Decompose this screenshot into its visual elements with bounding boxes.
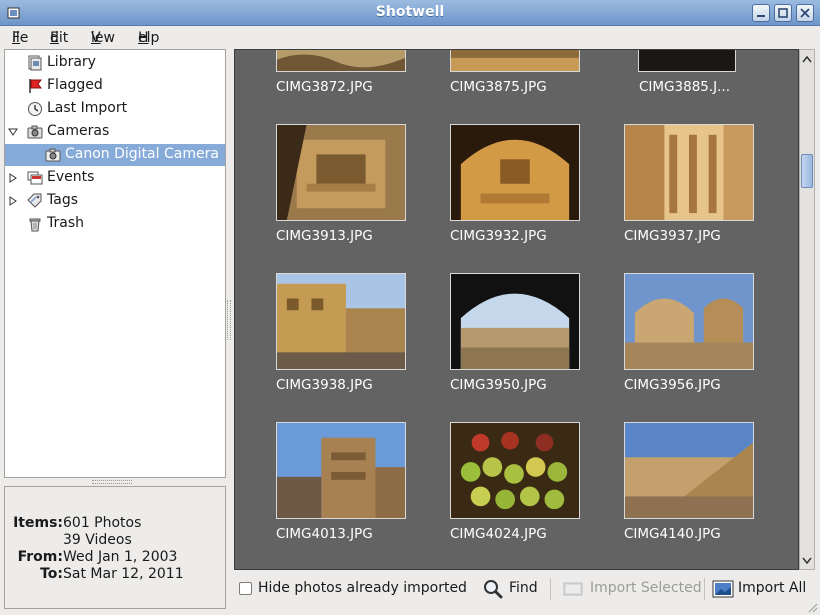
info-to-row: To: Sat Mar 12, 2011 xyxy=(5,566,225,583)
sidebar-item-events[interactable]: Events xyxy=(5,167,225,189)
photo-caption: CIMG3872.JPG xyxy=(276,79,373,95)
photo-thumbnail[interactable] xyxy=(450,50,580,72)
info-from-row: From: Wed Jan 1, 2003 xyxy=(5,549,225,566)
title-bar[interactable]: Shotwell xyxy=(0,0,820,26)
sidebar-item-label: Canon Digital Camera xyxy=(65,146,219,162)
bottom-toolbar: Hide photos already imported Find Import… xyxy=(234,572,820,606)
info-videos-count: 39 Videos xyxy=(63,532,132,548)
camera-icon xyxy=(27,125,43,139)
pane-splitter-handle[interactable] xyxy=(227,300,231,340)
photo-caption: CIMG3913.JPG xyxy=(276,228,373,244)
photo-caption: CIMG3938.JPG xyxy=(276,377,373,393)
expander-collapsed-icon[interactable] xyxy=(8,196,18,206)
photo-thumbnail[interactable] xyxy=(276,273,406,370)
photo-caption: CIMG4013.JPG xyxy=(276,526,373,542)
info-panel: Items: 601 Photos 39 Videos From: Wed Ja… xyxy=(4,486,226,609)
info-items-label: Items: xyxy=(13,515,63,531)
sidebar-item-label: Cameras xyxy=(47,123,110,139)
library-icon xyxy=(28,55,42,71)
toolbar-separator xyxy=(550,578,551,600)
hide-imported-label[interactable]: Hide photos already imported xyxy=(258,580,467,596)
events-icon xyxy=(27,171,43,185)
toolbar-separator xyxy=(704,578,705,600)
sidebar-item-flagged[interactable]: Flagged xyxy=(5,75,225,97)
photo-caption: CIMG3950.JPG xyxy=(450,377,547,393)
menu-bar: File Edit View Help xyxy=(0,26,820,48)
sidebar-item-label: Trash xyxy=(47,215,84,231)
import-all-button[interactable]: Import All xyxy=(738,580,806,596)
scroll-up-button[interactable] xyxy=(800,51,814,67)
window-title: Shotwell xyxy=(375,4,445,20)
sidebar-item-cameras[interactable]: Cameras xyxy=(5,121,225,143)
photo-thumbnail[interactable] xyxy=(624,124,754,221)
import-selected-icon xyxy=(563,582,583,596)
find-button[interactable]: Find xyxy=(509,580,538,596)
trash-icon xyxy=(29,218,41,232)
sidebar-item-library[interactable]: Library xyxy=(5,52,225,74)
sidebar-item-label: Tags xyxy=(47,192,78,208)
photo-thumbnail[interactable] xyxy=(276,124,406,221)
photo-thumbnail[interactable] xyxy=(276,50,406,72)
sidebar-item-label: Flagged xyxy=(47,77,103,93)
photo-caption: CIMG3956.JPG xyxy=(624,377,721,393)
photo-caption: CIMG3875.JPG xyxy=(450,79,547,95)
photo-thumbnail[interactable] xyxy=(638,50,736,72)
maximize-icon xyxy=(778,8,788,18)
photo-caption: CIMG4024.JPG xyxy=(450,526,547,542)
photo-thumbnail[interactable] xyxy=(624,422,754,519)
search-icon[interactable] xyxy=(482,578,504,600)
import-selected-button[interactable]: Import Selected xyxy=(590,580,702,596)
flag-icon xyxy=(29,79,42,93)
scroll-down-button[interactable] xyxy=(800,553,814,569)
expander-collapsed-icon[interactable] xyxy=(8,173,18,183)
sidebar-item-last-import[interactable]: Last Import xyxy=(5,98,225,120)
hide-imported-checkbox[interactable] xyxy=(239,582,252,595)
import-all-icon xyxy=(712,580,734,598)
sidebar: Library Flagged Last Import Cameras Cano… xyxy=(4,49,226,478)
photo-grid[interactable]: CIMG3872.JPG CIMG3875.JPG CIMG3885.J... … xyxy=(234,49,799,570)
info-to-label: To: xyxy=(40,566,63,582)
close-button[interactable] xyxy=(796,4,814,22)
tag-icon xyxy=(27,193,42,208)
info-videos-row: 39 Videos xyxy=(5,532,225,549)
chevron-up-icon xyxy=(802,55,812,63)
photo-caption: CIMG3937.JPG xyxy=(624,228,721,244)
expander-expanded-icon[interactable] xyxy=(8,127,18,137)
vertical-scrollbar[interactable] xyxy=(799,49,815,570)
sidebar-item-tags[interactable]: Tags xyxy=(5,190,225,212)
info-to-date: Sat Mar 12, 2011 xyxy=(63,566,184,582)
info-items-row: Items: 601 Photos xyxy=(5,515,225,532)
sidebar-item-label: Events xyxy=(47,169,95,185)
minimize-icon xyxy=(757,15,765,17)
minimize-button[interactable] xyxy=(752,4,770,22)
info-from-date: Wed Jan 1, 2003 xyxy=(63,549,178,565)
close-icon xyxy=(800,8,810,18)
info-photos-count: 601 Photos xyxy=(63,515,142,531)
photo-thumbnail[interactable] xyxy=(276,422,406,519)
sidebar-item-trash[interactable]: Trash xyxy=(5,213,225,235)
photo-thumbnail[interactable] xyxy=(450,422,580,519)
sidebar-item-canon-digital-camera[interactable]: Canon Digital Camera xyxy=(5,144,225,166)
photo-caption: CIMG4140.JPG xyxy=(624,526,721,542)
maximize-button[interactable] xyxy=(774,4,792,22)
resize-grip-icon[interactable] xyxy=(806,601,818,613)
photo-caption: CIMG3932.JPG xyxy=(450,228,547,244)
photo-thumbnail[interactable] xyxy=(450,273,580,370)
sidebar-splitter-handle[interactable] xyxy=(92,480,132,484)
last-import-icon xyxy=(28,102,42,116)
scrollbar-thumb[interactable] xyxy=(801,154,813,188)
camera-icon xyxy=(45,148,61,162)
sidebar-item-label: Library xyxy=(47,54,96,70)
photo-caption: CIMG3885.J... xyxy=(639,79,731,95)
chevron-down-icon xyxy=(802,557,812,565)
info-from-label: From: xyxy=(17,549,63,565)
photo-thumbnail[interactable] xyxy=(624,273,754,370)
sidebar-item-label: Last Import xyxy=(47,100,128,116)
photo-thumbnail[interactable] xyxy=(450,124,580,221)
